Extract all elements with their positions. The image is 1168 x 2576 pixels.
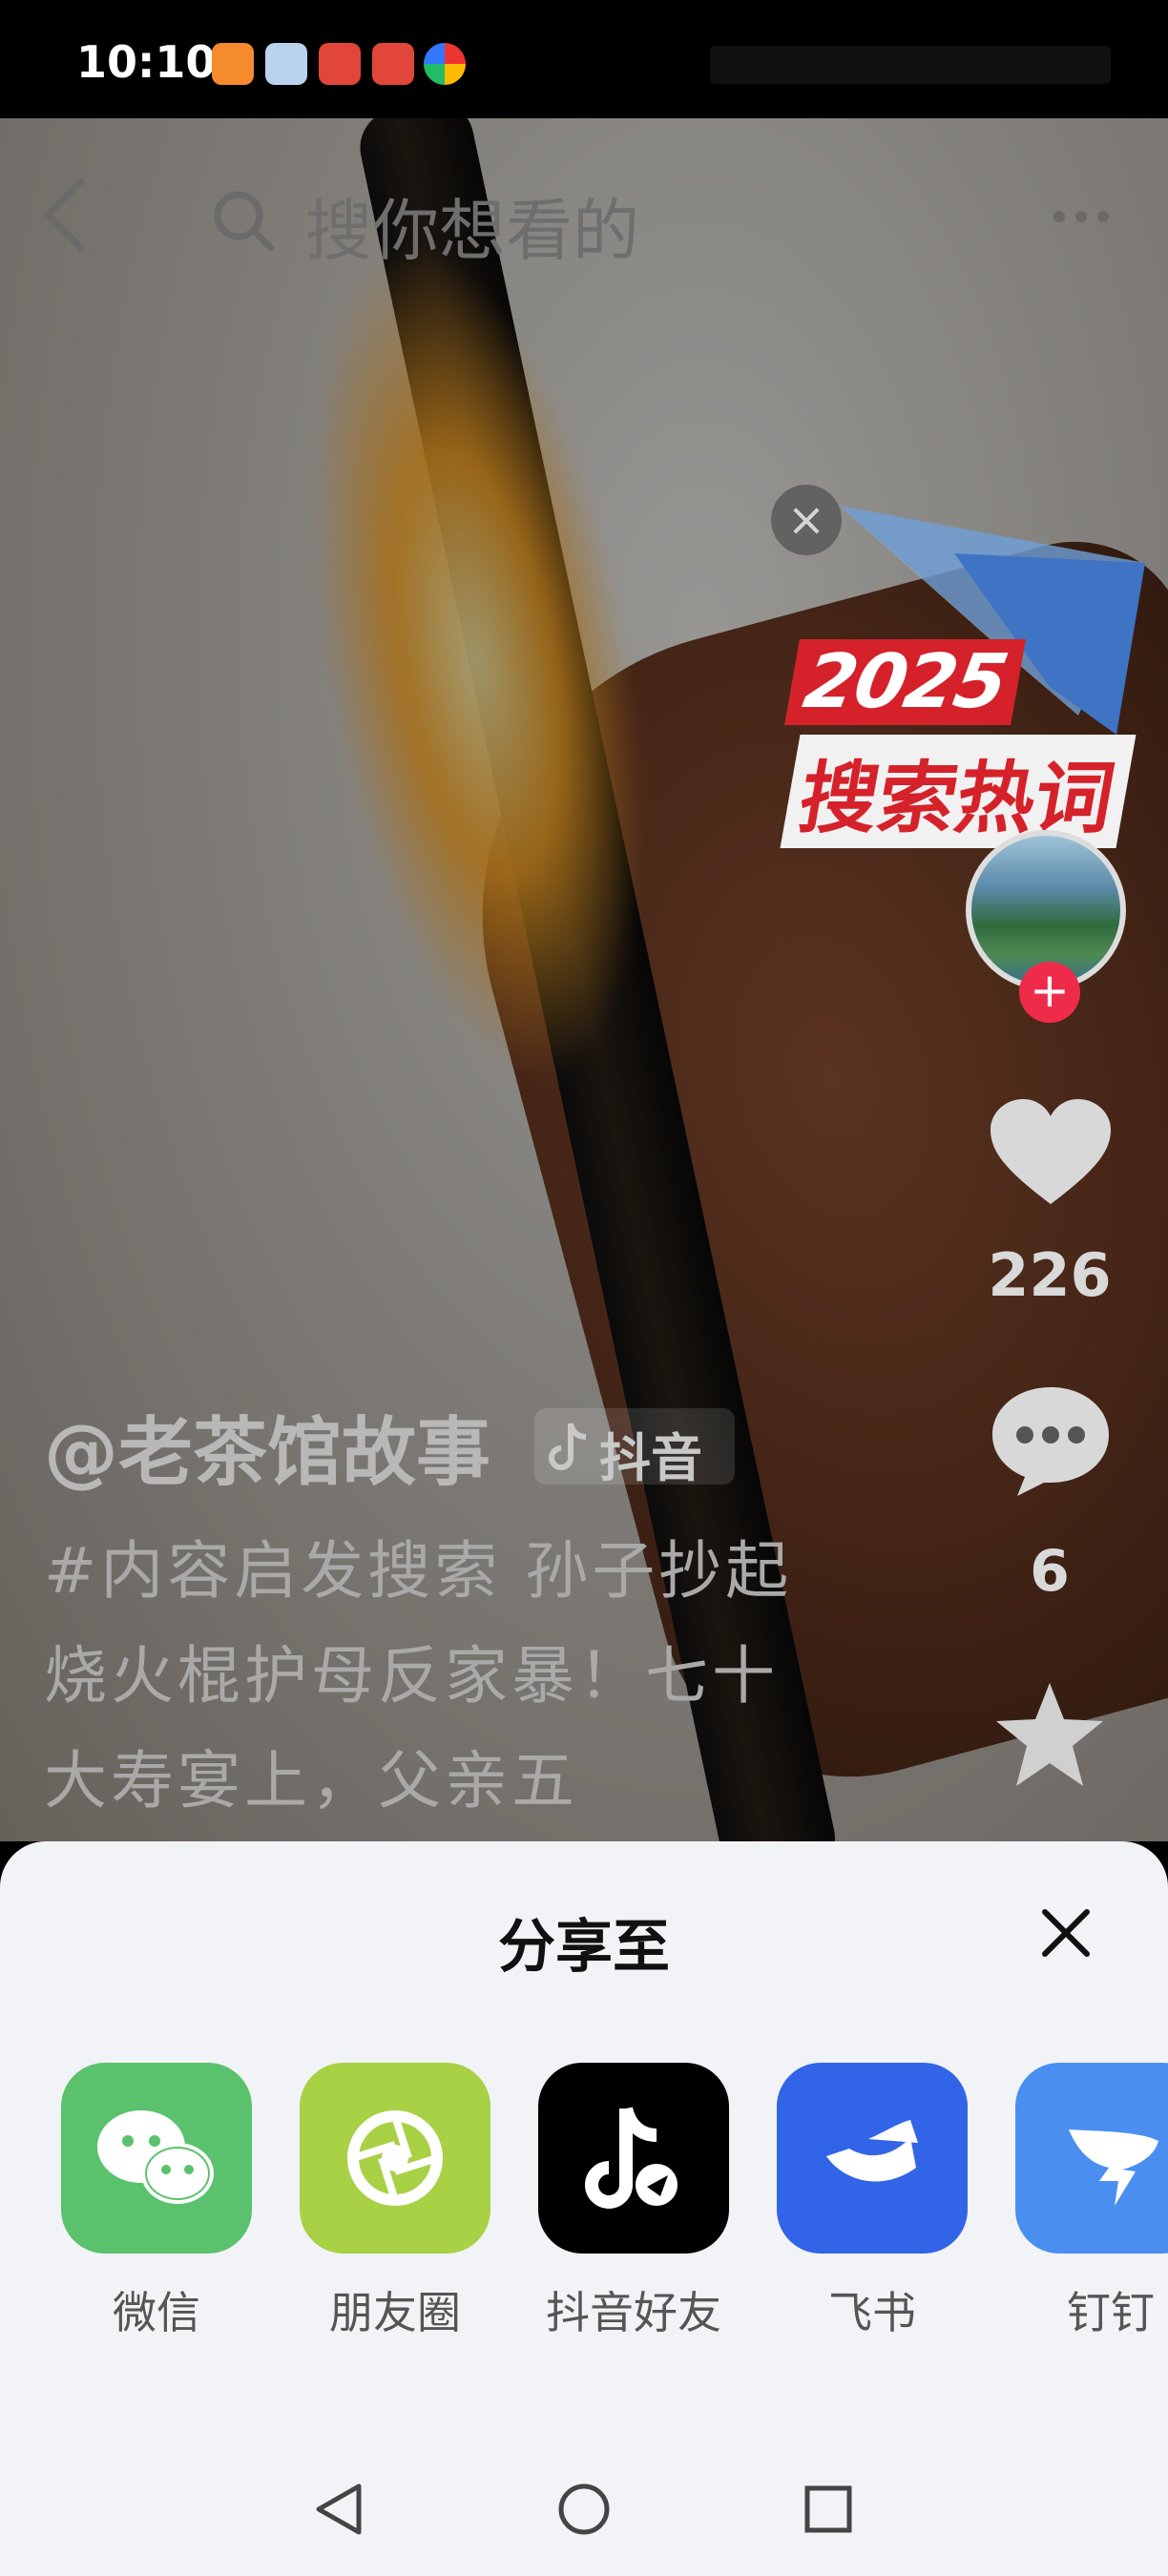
heart-icon[interactable] <box>989 1097 1113 1212</box>
promo-hot-words[interactable]: 搜索热词 <box>780 735 1137 848</box>
douyin-note-icon <box>549 1423 587 1470</box>
star-icon[interactable] <box>992 1679 1107 1794</box>
promo-close-button[interactable]: × <box>771 485 842 555</box>
follow-button[interactable]: + <box>1019 962 1080 1023</box>
share-moments-label: 朋友圈 <box>329 2287 461 2338</box>
feishu-icon <box>826 2120 918 2182</box>
dingtalk-icon <box>1069 2129 1158 2206</box>
close-icon: × <box>786 493 826 547</box>
share-wechat-button[interactable] <box>61 2063 252 2254</box>
nav-home-button[interactable] <box>555 2481 613 2542</box>
platform-label: 抖音 <box>599 1428 702 1488</box>
share-moments-button[interactable] <box>300 2063 490 2254</box>
search-placeholder: 搜你想看的 <box>305 192 639 270</box>
chevron-left-icon <box>44 177 85 252</box>
photo-app-icon <box>265 43 307 85</box>
douyin-friend-icon <box>585 2107 678 2209</box>
circle-home-icon <box>558 2483 610 2535</box>
share-douyin-friend-button[interactable] <box>538 2063 729 2254</box>
nav-recents-button[interactable] <box>800 2481 857 2542</box>
promo-year[interactable]: 2025 <box>784 639 1027 725</box>
share-sheet-title: 分享至 <box>498 1914 670 1981</box>
triangle-back-icon <box>316 2483 362 2535</box>
heart-app-icon <box>212 43 254 85</box>
share-wechat-label: 微信 <box>113 2287 200 2338</box>
shopping-app-icon-2 <box>372 43 414 85</box>
close-icon <box>1042 1909 1090 1957</box>
back-button[interactable] <box>38 177 95 253</box>
close-share-button[interactable] <box>1035 1902 1096 1963</box>
wechat-icon <box>97 2110 214 2204</box>
comment-count: 6 <box>1030 1538 1070 1605</box>
nav-back-button[interactable] <box>311 2481 368 2542</box>
status-bar: 10:10 <box>0 0 1168 118</box>
status-indicators <box>710 46 1111 84</box>
plus-icon: + <box>1030 963 1070 1018</box>
shopping-app-icon <box>319 43 361 85</box>
comment-icon[interactable] <box>989 1383 1113 1498</box>
status-time: 10:10 <box>76 36 217 88</box>
author-name[interactable]: @老茶馆故事 <box>44 1393 490 1500</box>
share-dingtalk-label: 钉钉 <box>1067 2287 1155 2338</box>
moments-icon <box>347 2110 443 2206</box>
search-icon <box>210 187 277 254</box>
share-feishu-label: 飞书 <box>828 2287 916 2338</box>
share-feishu-button[interactable] <box>777 2063 968 2254</box>
share-douyin-friend-label: 抖音好友 <box>546 2287 721 2338</box>
more-icon[interactable] <box>1050 202 1113 231</box>
video-caption[interactable]: #内容启发搜索 孙子抄起烧火棍护母反家暴！七十大寿宴上，父亲五 <box>44 1519 807 1834</box>
square-recents-icon <box>804 2485 852 2533</box>
share-dingtalk-button[interactable] <box>1015 2063 1168 2254</box>
like-count: 226 <box>988 1240 1112 1310</box>
multicolor-app-icon <box>424 43 466 85</box>
